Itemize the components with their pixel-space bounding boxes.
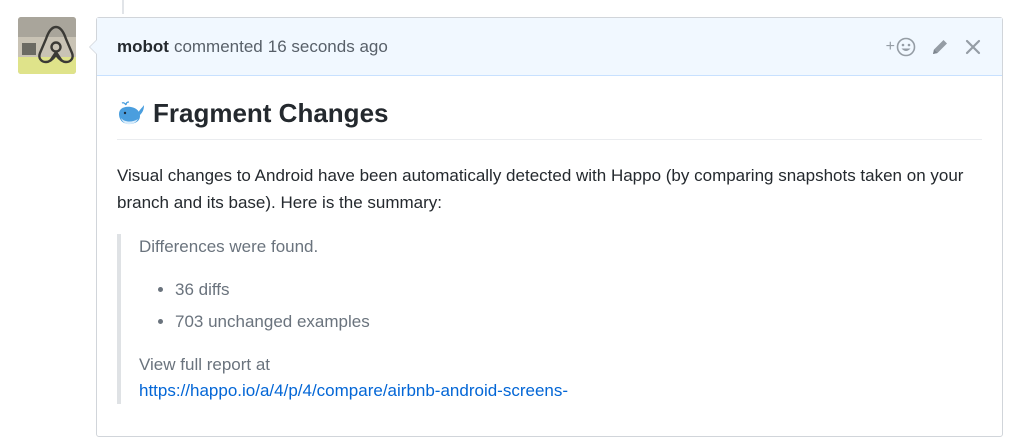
edit-button[interactable] [930,37,950,57]
report-label: View full report at [139,355,271,374]
smiley-icon [896,37,916,56]
timeline-line [122,0,124,14]
comment-box: mobot commented 16 seconds ago + Fragmen… [89,17,1003,437]
close-button[interactable] [964,38,982,56]
avatar[interactable] [18,17,76,74]
close-icon [965,39,981,54]
comment-heading: Fragment Changes [117,98,982,140]
pencil-icon [933,39,947,54]
comment-author[interactable]: mobot [117,37,169,57]
list-item: 703 unchanged examples [175,306,982,338]
list-item: 36 diffs [175,274,982,306]
heading-text: Fragment Changes [153,98,389,128]
summary-blockquote: Differences were found. 36 diffs 703 unc… [117,234,982,404]
comment-action-text: commented [173,36,263,56]
comment-body: Fragment Changes Visual changes to Andro… [97,76,1002,404]
report-link[interactable]: https://happo.io/a/4/p/4/compare/airbnb-… [139,381,568,400]
add-reaction-button[interactable]: + [886,37,916,57]
airbnb-logo-icon [18,17,76,74]
comment-timestamp[interactable]: 16 seconds ago [268,37,388,57]
whale-icon [117,100,145,127]
comment-actions: + [886,37,982,57]
summary-status: Differences were found. [139,237,319,256]
plus-label: + [885,37,895,55]
summary-list: 36 diffs 703 unchanged examples [139,274,982,338]
intro-paragraph: Visual changes to Android have been auto… [117,166,964,212]
comment-header: mobot commented 16 seconds ago + [97,18,1002,76]
